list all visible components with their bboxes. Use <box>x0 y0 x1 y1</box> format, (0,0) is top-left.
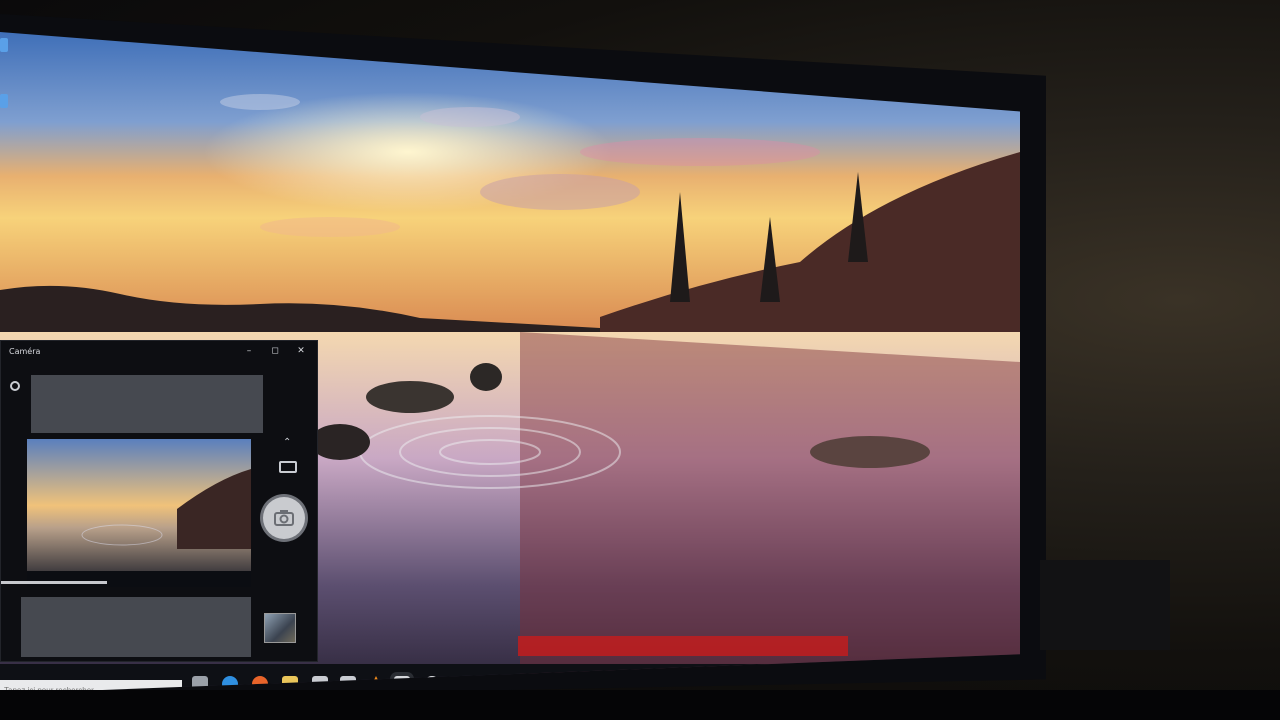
preview-frame-bottom <box>21 597 251 657</box>
keyboard-icon[interactable]: ▭ <box>919 672 926 680</box>
chevron-up-icon[interactable]: ⌃ <box>283 437 291 448</box>
camera-titlebar[interactable]: Caméra – ◻ ✕ <box>1 341 317 363</box>
camera-preview <box>27 439 251 587</box>
system-tray: ✎ ⌃ ▪ ◂ ▭ <box>890 672 926 680</box>
minimize-button[interactable]: – <box>241 344 257 358</box>
monitor-bezel: Caméra – ◻ ✕ ⌃ Tapez ici pour rechercher… <box>0 14 1046 700</box>
desktop-icon[interactable] <box>0 38 8 52</box>
maximize-button[interactable]: ◻ <box>267 344 283 358</box>
preview-image <box>27 439 251 587</box>
taskbar-clock[interactable] <box>966 668 990 678</box>
monitor-stand <box>1040 560 1170 650</box>
window-title: Caméra <box>9 347 41 356</box>
camera-app-window[interactable]: Caméra – ◻ ✕ ⌃ <box>0 340 318 662</box>
desk-foreground <box>0 690 1280 720</box>
network-icon[interactable]: ▪ <box>906 672 911 680</box>
photo-capture-button[interactable] <box>263 497 305 539</box>
preview-frame-top <box>31 375 263 433</box>
settings-gear-icon[interactable] <box>10 381 20 391</box>
monitor-screen: Caméra – ◻ ✕ ⌃ Tapez ici pour rechercher… <box>0 32 1020 694</box>
clock-date-mark <box>966 674 990 676</box>
desktop-icon[interactable] <box>0 94 8 108</box>
clock-time-mark <box>968 670 988 672</box>
pen-icon[interactable]: ✎ <box>890 672 896 680</box>
video-mode-icon[interactable] <box>279 461 297 473</box>
chevron-up-icon[interactable]: ⌃ <box>898 672 904 680</box>
close-button[interactable]: ✕ <box>293 344 309 358</box>
progress-bar <box>1 581 107 584</box>
camera-icon <box>274 510 294 526</box>
volume-icon[interactable]: ◂ <box>913 672 917 680</box>
last-photo-thumbnail[interactable] <box>264 613 296 643</box>
